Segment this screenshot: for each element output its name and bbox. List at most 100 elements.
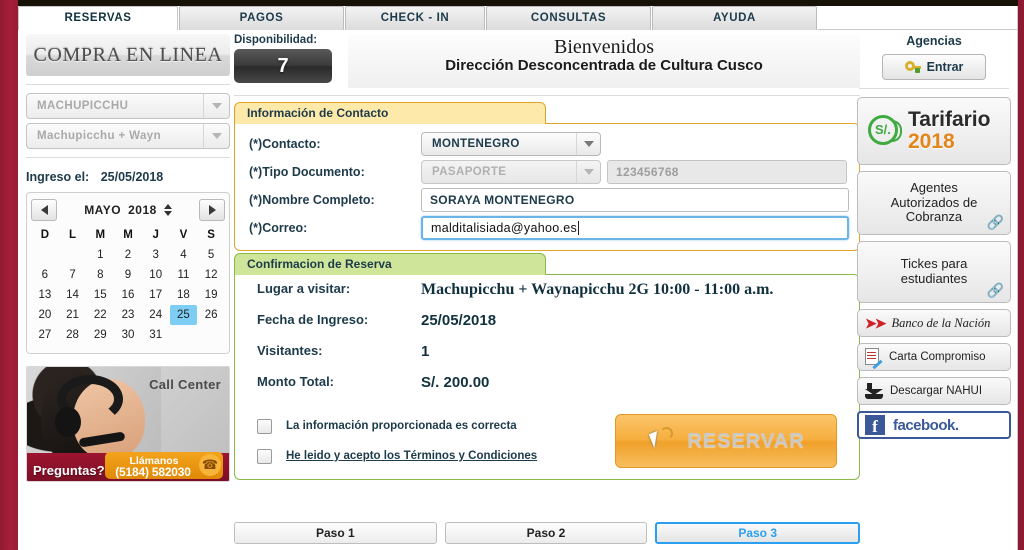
- calendar-day-12[interactable]: 12: [197, 265, 225, 285]
- lugar-label: Lugar a visitar:: [257, 281, 351, 296]
- availability-label: Disponibilidad:: [234, 34, 318, 46]
- tarifario-button[interactable]: S/. Tarifario 2018: [857, 97, 1011, 165]
- calendar-day-9[interactable]: 9: [114, 265, 142, 285]
- calendar-day-4[interactable]: 4: [170, 245, 198, 265]
- calendar-dow-6: S: [207, 229, 215, 241]
- step-3-button[interactable]: Paso 3: [655, 522, 861, 544]
- calendar-day-10[interactable]: 10: [142, 265, 170, 285]
- calendar-day-6[interactable]: 6: [31, 265, 59, 285]
- tab-checkin[interactable]: CHECK - IN: [345, 6, 485, 30]
- descargar-nahui-button[interactable]: Descargar NAHUI: [857, 377, 1011, 405]
- tickets-estudiantes-button[interactable]: Tickes para estudiantes 🔗: [857, 241, 1011, 303]
- confirm-row-monto: Monto Total: S/. 200.00: [243, 374, 851, 405]
- facebook-button[interactable]: f facebook.: [857, 411, 1011, 439]
- tickets-label: Tickes para estudiantes: [900, 256, 968, 286]
- calendar-day-13[interactable]: 13: [31, 285, 59, 305]
- ingreso-value: 25/05/2018: [100, 170, 164, 184]
- calendar-day-24[interactable]: 24: [142, 305, 170, 325]
- tab-checkin-label: CHECK - IN: [380, 12, 450, 24]
- main-column: Disponibilidad: 7 Bienvenidos Dirección …: [234, 34, 860, 480]
- tab-ayuda[interactable]: AYUDA: [652, 6, 817, 30]
- calendar-day-23[interactable]: 23: [114, 305, 142, 325]
- calendar-day-21[interactable]: 21: [59, 305, 87, 325]
- year-spinner-icon[interactable]: [163, 204, 172, 216]
- correo-input[interactable]: malditalisiada@yahoo.es: [421, 216, 849, 240]
- tab-reservas[interactable]: RESERVAS: [18, 6, 178, 30]
- calendar-day-29[interactable]: 29: [86, 325, 114, 345]
- carta-compromiso-button[interactable]: Carta Compromiso: [857, 343, 1011, 371]
- documento-numero-input[interactable]: 123456768: [607, 160, 847, 184]
- step-2-button[interactable]: Paso 2: [444, 522, 648, 544]
- checkbox-terminos[interactable]: [257, 448, 272, 464]
- calendar-next-month-button[interactable]: [199, 199, 225, 221]
- key-icon: [904, 60, 921, 74]
- tipodoc-select[interactable]: PASAPORTE: [421, 160, 601, 184]
- calendar-title: MAYO 2018: [57, 203, 199, 217]
- reservar-button[interactable]: RESERVAR: [615, 414, 837, 468]
- text-caret: [578, 221, 580, 235]
- date-picker-calendar[interactable]: MAYO 2018 D L M M J V S 1 2 3 4 5 6 7 8 9 10 11 12 13 14 15 16…: [26, 192, 230, 354]
- route-select[interactable]: Machupicchu + Wayn: [26, 123, 230, 149]
- calendar-day-2[interactable]: 2: [114, 245, 142, 265]
- calendar-day-25[interactable]: 25: [169, 305, 198, 325]
- calendar-day-15[interactable]: 15: [86, 285, 114, 305]
- tipodoc-select-value: PASAPORTE: [432, 166, 507, 178]
- calendar-day-31[interactable]: 31: [142, 325, 170, 345]
- calendar-day-1[interactable]: 1: [86, 245, 114, 265]
- tab-pagos-label: PAGOS: [239, 12, 284, 24]
- agentes-cobranza-button[interactable]: Agentes Autorizados de Cobranza 🔗: [857, 171, 1011, 235]
- calendar-day-20[interactable]: 20: [31, 305, 59, 325]
- calendar-day-30[interactable]: 30: [114, 325, 142, 345]
- calendar-header: MAYO 2018: [31, 197, 225, 223]
- download-icon: [865, 383, 883, 399]
- calendar-day-8[interactable]: 8: [86, 265, 114, 285]
- correo-input-value: malditalisiada@yahoo.es: [431, 221, 578, 235]
- calendar-day-5[interactable]: 5: [197, 245, 225, 265]
- calendar-prev-month-button[interactable]: [31, 199, 57, 221]
- tarifario-line2: 2018: [908, 130, 955, 153]
- call-center-banner[interactable]: Call Center Preguntas? Llámanos (5184) 5…: [26, 366, 230, 482]
- nombre-completo-input[interactable]: SORAYA MONTENEGRO: [421, 188, 849, 212]
- tarifario-line1: Tarifario: [908, 107, 991, 131]
- agentes-label: Agentes Autorizados de Cobranza: [890, 180, 978, 225]
- confirmation-actions: La información proporcionada es correcta…: [243, 411, 851, 471]
- tab-consultas-label: CONSULTAS: [530, 12, 607, 24]
- calendar-day-7[interactable]: 7: [59, 265, 87, 285]
- calendar-day-19[interactable]: 19: [197, 285, 225, 305]
- chevron-down-icon: [583, 141, 594, 147]
- soles-symbol: S/.: [875, 122, 891, 137]
- step-indicator: Paso 1 Paso 2 Paso 3: [234, 522, 861, 544]
- calendar-day-17[interactable]: 17: [142, 285, 170, 305]
- step-1-button[interactable]: Paso 1: [234, 522, 437, 544]
- check-row-terminos: He leido y acepto los Términos y Condici…: [257, 441, 615, 471]
- calendar-day-26[interactable]: 26: [197, 305, 225, 325]
- visitantes-value: 1: [421, 343, 430, 360]
- tab-consultas[interactable]: CONSULTAS: [486, 6, 651, 30]
- contacto-select[interactable]: MONTENEGRO: [421, 132, 601, 156]
- calendar-day-14[interactable]: 14: [59, 285, 87, 305]
- calendar-day-22[interactable]: 22: [86, 305, 114, 325]
- contacto-select-value: MONTENEGRO: [432, 138, 520, 150]
- tab-pagos[interactable]: PAGOS: [179, 6, 344, 30]
- calendar-dow-4: J: [152, 229, 159, 241]
- calendar-day-27[interactable]: 27: [31, 325, 59, 345]
- calendar-day-11[interactable]: 11: [170, 265, 198, 285]
- checkbox-informacion-correcta[interactable]: [257, 418, 272, 434]
- banco-nacion-button[interactable]: ➤➤ Banco de la Nación: [857, 309, 1011, 337]
- carta-compromiso-label: Carta Compromiso: [889, 351, 986, 363]
- confirm-row-fecha: Fecha de Ingreso: 25/05/2018: [243, 312, 851, 343]
- terminos-link[interactable]: He leido y acepto los Términos y Condici…: [286, 450, 537, 462]
- entrar-button[interactable]: Entrar: [882, 54, 986, 80]
- calendar-dow-1: L: [69, 229, 77, 241]
- calendar-day-3[interactable]: 3: [142, 245, 170, 265]
- site-select[interactable]: MACHUPICCHU: [26, 93, 230, 119]
- page-content: COMPRA EN LINEA MACHUPICCHU Machupicchu …: [18, 30, 1017, 550]
- main-navigation: RESERVAS PAGOS CHECK - IN CONSULTAS AYUD…: [18, 6, 1018, 30]
- page-stage: RESERVAS PAGOS CHECK - IN CONSULTAS AYUD…: [18, 6, 1018, 550]
- calendar-day-16[interactable]: 16: [114, 285, 142, 305]
- welcome-title: Bienvenidos: [554, 36, 654, 58]
- calendar-day-28[interactable]: 28: [59, 325, 87, 345]
- right-divider: [859, 88, 1009, 89]
- calendar-day-18[interactable]: 18: [170, 285, 198, 305]
- welcome-subtitle: Dirección Desconcentrada de Cultura Cusc…: [445, 57, 763, 74]
